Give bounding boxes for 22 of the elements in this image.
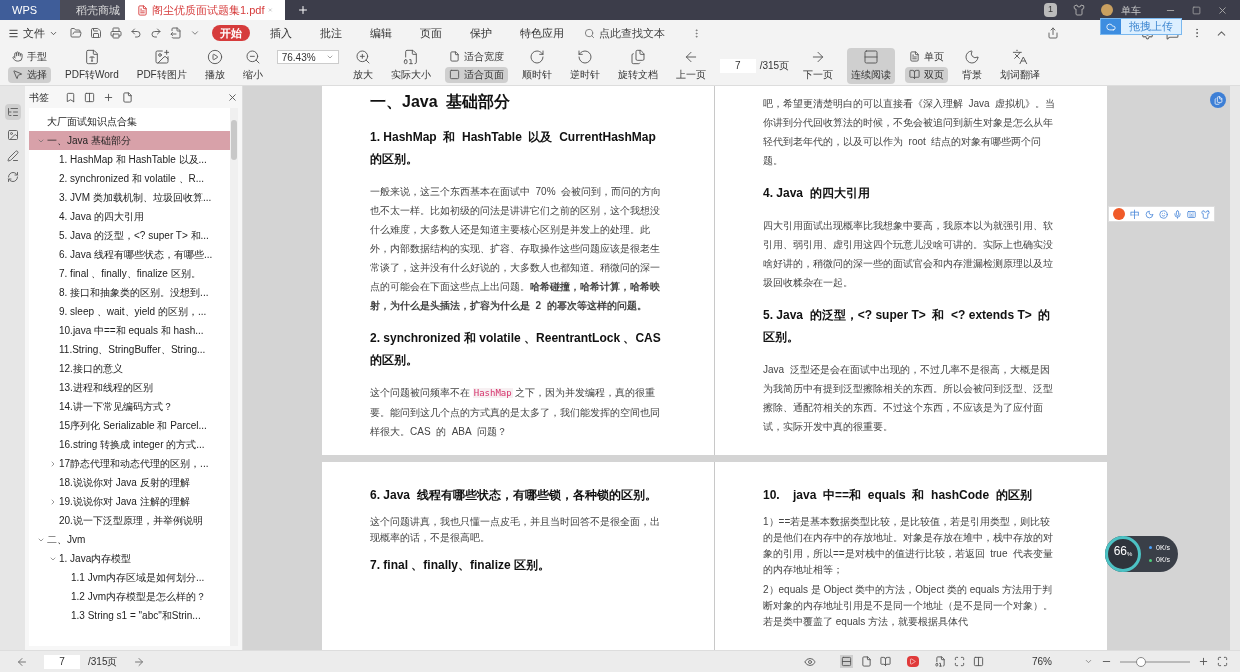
body-paragraph: 这个问题被问频率不在 HashMap 之下，因为并发编程，真的很重要。能问到这几个点的方式真的是太多了，我们能发挥的空间也同样很大。CAS 的 ABA 问题？ [370, 386, 661, 439]
question-heading: 1. HashMap 和 HashTable 以及 CurrentHashMap 的区别。 [370, 129, 657, 168]
question-heading: 2. synchronized 和 volatile 、ReentrantLock 、CAS 的区别。 [370, 330, 662, 369]
section-heading: 一、Java 基础部分 [370, 92, 512, 112]
tab-label: 稻壳商城 [76, 2, 120, 18]
body-paragraph: Java 泛型还是会在面试中出现的，不过几率不是很高，大概是因为我简历中有提到泛型擦除相关的东西。所以会被问到泛型、泛型擦除、通配符相关的东西。不过这个东西，不应该是为了应付面试，实际开发中真的很重要。 [763, 363, 1054, 434]
panel-title: 书签 [29, 90, 49, 105]
body-paragraph: 四大引用面试出现概率比我想象中要高，我原本以为就强引用、软引用、弱引用、虚引用这四个玩意儿没啥可讲的。实际上也确实没啥好讲的，稍微问的深一些的面试官会和内存泄漏检测原理以及垃圾回收糅杂在一起。 [763, 219, 1054, 290]
page-total: /315页 [759, 59, 790, 73]
question-heading: 7. final 、finally、finalize 区别。 [370, 557, 552, 574]
body-paragraph: 1）==若是基本数据类型比较，是比较值，若是引用类型，则比较的是他们在内存中的存放地址。对象是存放在堆中，栈中存放的对象的引用，所以==是对栈中的值进行比较，若返回 true 代表变量的内存地址相等； [763, 515, 1055, 577]
page-total: /315页 [88, 655, 118, 669]
body-paragraph: 这个问题讲真，我也只懂一点皮毛，并且当时回答不是很全面，出现概率的话，不是很高吧。 [370, 515, 661, 545]
body-paragraph: 吧，希望更清楚明白的可以直接看《深入理解 Java 虚拟机》。当你讲到分代回收算法的时候，不免会被追问到新生对象是怎么从年轻代到老年代的，以及可以作为 root 结点的对象有哪些两个问题。 [763, 97, 1057, 168]
tab-label: 阁尘优质面试题集1.pdf [152, 2, 265, 18]
memory-percent: 66 [1113, 543, 1127, 560]
body-paragraph: 2）equals 是 Object 类中的方法，Object 类的 equals 方法用于判断对象的内存地址引用是不是同一个地址（是不是同一个对象）。若是类中覆盖了 equals 方法，就要根据具体代 [763, 583, 1054, 629]
question-heading: 10. java 中==和 equals 和 hashCode 的区别 [763, 487, 1033, 504]
question-heading: 5. Java 的泛型，<? super T> 和 <? extends T> 的区别。 [763, 307, 1052, 346]
body-paragraph: 一般来说，这三个东西基本在面试中 70% 会被问到，而问的方向也不太一样。比如初级的问法是讲讲它们之前的区别，这个我想没什么难度，大多数人还是知道主要核心区别是并发上的处理。此外，内部数据结构的实现、扩容、存取操作这些问题应该是很老生常谈了，这并没有什么好说的，大多数人也都知道。稍微问的深一点的可能会在下面这些点上出问题。哈希碰撞，哈希计算，哈希映射，为什么是头插法，扩容为什么是 2 的幂次等这样的问题。 [370, 185, 663, 313]
question-heading: 4. Java 的四大引用 [763, 185, 871, 202]
question-heading: 6. Java 线程有哪些状态，有哪些锁，各种锁的区别。 [370, 487, 658, 504]
